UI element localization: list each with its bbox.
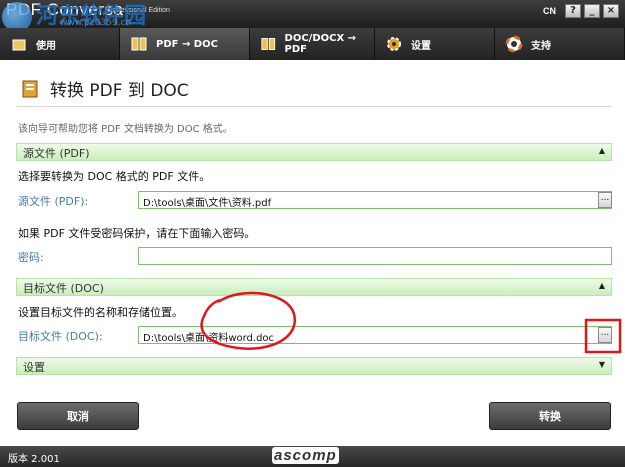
tab-label: PDF → DOC — [156, 38, 218, 50]
book-icon — [22, 80, 38, 97]
lifebuoy-icon — [505, 35, 523, 53]
password-input[interactable] — [138, 247, 612, 265]
close-button[interactable]: × — [603, 4, 619, 18]
tab-pdf-to-doc[interactable]: PDF → DOC — [120, 28, 250, 60]
tab-support[interactable]: 支持 — [495, 28, 625, 60]
target-file-input[interactable]: D:\tools\桌面\资料word.doc — [138, 326, 612, 344]
book-icon — [261, 38, 276, 50]
source-section-header[interactable]: 源文件 (PDF) ▲ — [16, 143, 612, 161]
page-heading: 转换 PDF 到 DOC — [20, 76, 189, 101]
page-title: 转换 PDF 到 DOC — [50, 81, 189, 101]
collapse-icon[interactable]: ▲ — [599, 146, 605, 155]
section-title: 设置 — [23, 361, 45, 374]
title-bar: PDF Conversa Professional Edition 河东软件园 … — [0, 0, 625, 32]
language-button[interactable]: CN — [543, 4, 556, 18]
footer-bar: 版本 2.001 ascomp — [0, 446, 625, 467]
divider — [16, 106, 612, 107]
target-browse-button[interactable]: ... — [598, 327, 612, 343]
target-section-header[interactable]: 目标文件 (DOC) ▲ — [16, 278, 612, 296]
convert-button[interactable]: 转换 — [489, 402, 611, 430]
tab-doc-to-pdf[interactable]: DOC/DOCX → PDF — [250, 28, 375, 60]
tab-settings[interactable]: 设置 — [375, 28, 495, 60]
logo-text: ascomp — [272, 447, 339, 464]
version-text: 版本 2.001 — [8, 454, 60, 465]
collapse-icon[interactable]: ▲ — [599, 281, 605, 290]
ascomp-logo: ascomp — [272, 447, 339, 464]
password-label: 密码: — [18, 251, 44, 264]
password-description: 如果 PDF 文件受密码保护，请在下面输入密码。 — [18, 227, 256, 240]
source-file-input[interactable]: D:\tools\桌面\文件\资料.pdf — [138, 191, 612, 209]
expand-icon[interactable]: ▼ — [599, 360, 605, 369]
settings-section-header[interactable]: 设置 ▼ — [16, 357, 612, 375]
main-tabs: 使用 PDF → DOC DOC/DOCX → PDF 设置 支持 — [0, 28, 625, 60]
target-description: 设置目标文件的名称和存储位置。 — [18, 306, 183, 319]
window-controls: CN ? _ × — [543, 4, 619, 18]
tab-label: 设置 — [411, 40, 431, 52]
tab-label: DOC/DOCX → PDF — [284, 33, 357, 55]
book-icon — [131, 37, 147, 51]
target-file-label: 目标文件 (DOC): — [18, 330, 103, 343]
section-title: 目标文件 (DOC) — [23, 282, 104, 295]
tab-label: 使用 — [36, 40, 56, 52]
annotation-circle — [200, 291, 296, 350]
source-description: 选择要转换为 DOC 格式的 PDF 文件。 — [18, 170, 211, 183]
section-title: 源文件 (PDF) — [23, 147, 90, 160]
source-file-label: 源文件 (PDF): — [18, 195, 89, 208]
gear-icon — [387, 37, 401, 51]
home-icon — [12, 39, 26, 51]
tab-label: 支持 — [531, 40, 551, 52]
minimize-button[interactable]: _ — [584, 4, 600, 18]
help-button[interactable]: ? — [565, 4, 581, 18]
intro-text: 该向导可帮助您将 PDF 文档转换为 DOC 格式。 — [18, 124, 233, 135]
watermark-url: www.pc0359.cn — [60, 18, 132, 28]
tab-usage[interactable]: 使用 — [0, 28, 120, 60]
cancel-button[interactable]: 取消 — [17, 402, 139, 430]
source-browse-button[interactable]: ... — [598, 192, 612, 208]
